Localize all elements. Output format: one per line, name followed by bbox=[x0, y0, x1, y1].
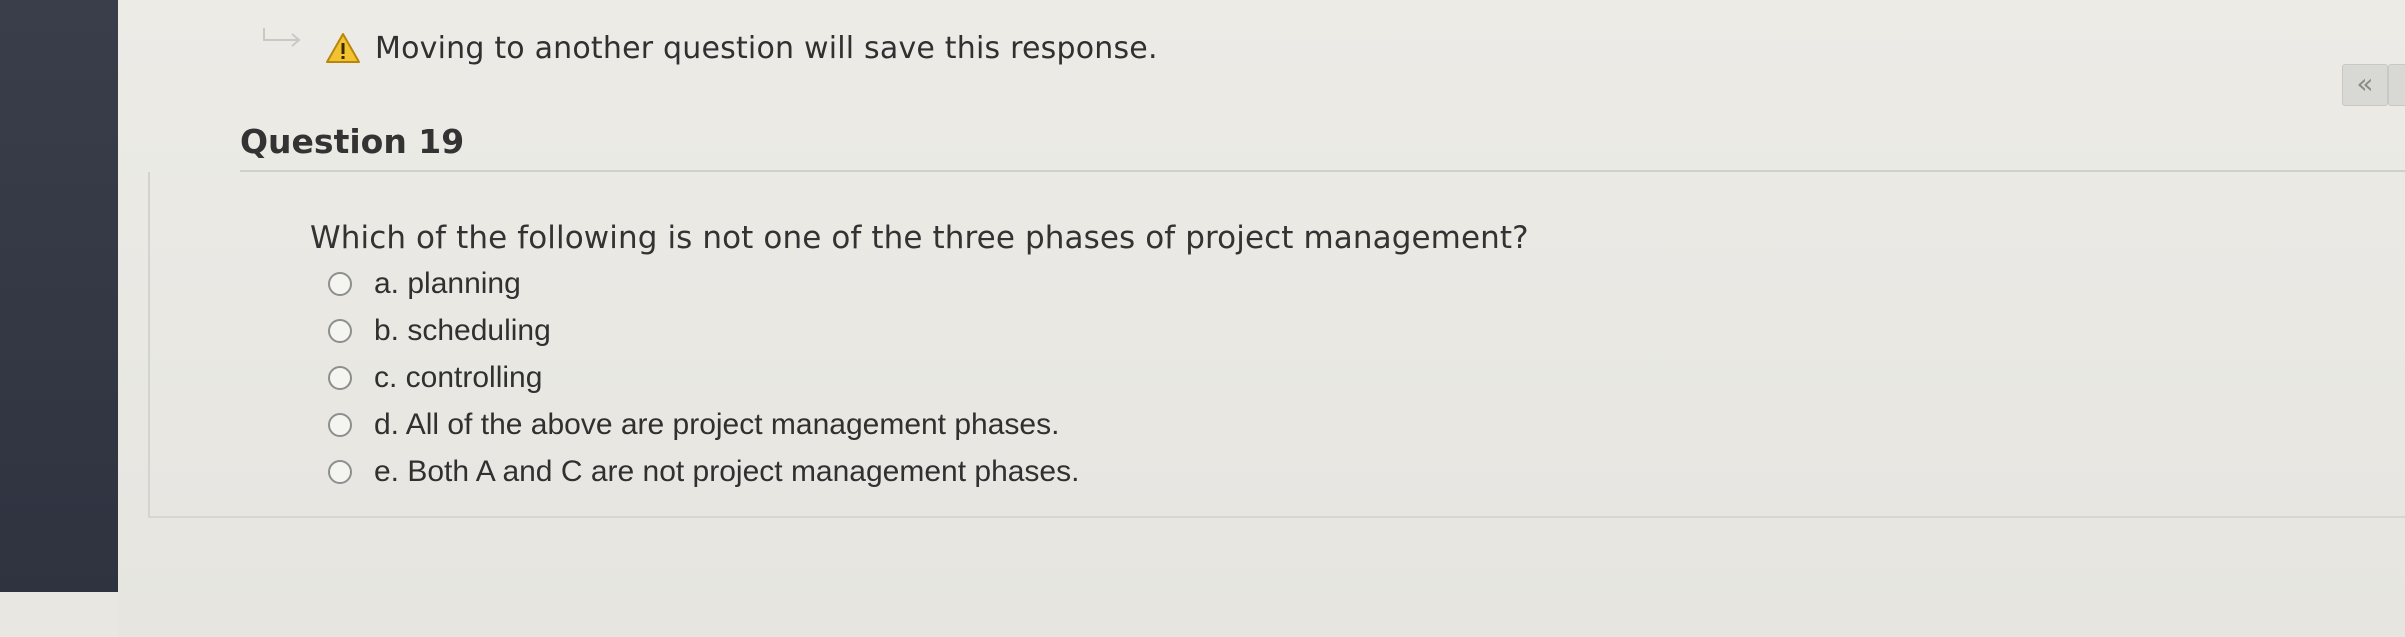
question-title: Question 19 bbox=[240, 122, 465, 161]
left-sidebar-rail bbox=[0, 0, 118, 592]
collapse-panel-button[interactable]: « bbox=[2342, 64, 2388, 106]
radio-button[interactable] bbox=[328, 318, 352, 343]
answer-option-d[interactable]: d. All of the above are project manageme… bbox=[328, 401, 1079, 448]
radio-button[interactable] bbox=[328, 365, 352, 390]
option-label: a. planning bbox=[374, 266, 521, 300]
option-label: e. Both A and C are not project manageme… bbox=[374, 454, 1080, 488]
answer-options: a. planning b. scheduling c. controlling… bbox=[328, 260, 1079, 495]
question-prompt: Which of the following is not one of the… bbox=[310, 220, 1529, 256]
save-warning-banner: Moving to another question will save thi… bbox=[270, 28, 1158, 68]
option-label: b. scheduling bbox=[374, 313, 551, 347]
save-warning-text: Moving to another question will save thi… bbox=[375, 30, 1158, 66]
radio-button[interactable] bbox=[328, 412, 352, 437]
answer-option-b[interactable]: b. scheduling bbox=[328, 307, 1079, 354]
answer-option-a[interactable]: a. planning bbox=[328, 260, 1079, 307]
option-label: c. controlling bbox=[374, 360, 543, 394]
radio-button[interactable] bbox=[328, 459, 352, 484]
answer-option-c[interactable]: c. controlling bbox=[328, 354, 1079, 401]
double-chevron-left-icon: « bbox=[2356, 67, 2374, 100]
collapse-panel-edge[interactable] bbox=[2388, 64, 2405, 106]
answer-option-e[interactable]: e. Both A and C are not project manageme… bbox=[328, 448, 1079, 495]
warning-triangle-icon bbox=[326, 33, 360, 63]
option-label: d. All of the above are project manageme… bbox=[374, 407, 1060, 441]
radio-button[interactable] bbox=[328, 271, 352, 296]
